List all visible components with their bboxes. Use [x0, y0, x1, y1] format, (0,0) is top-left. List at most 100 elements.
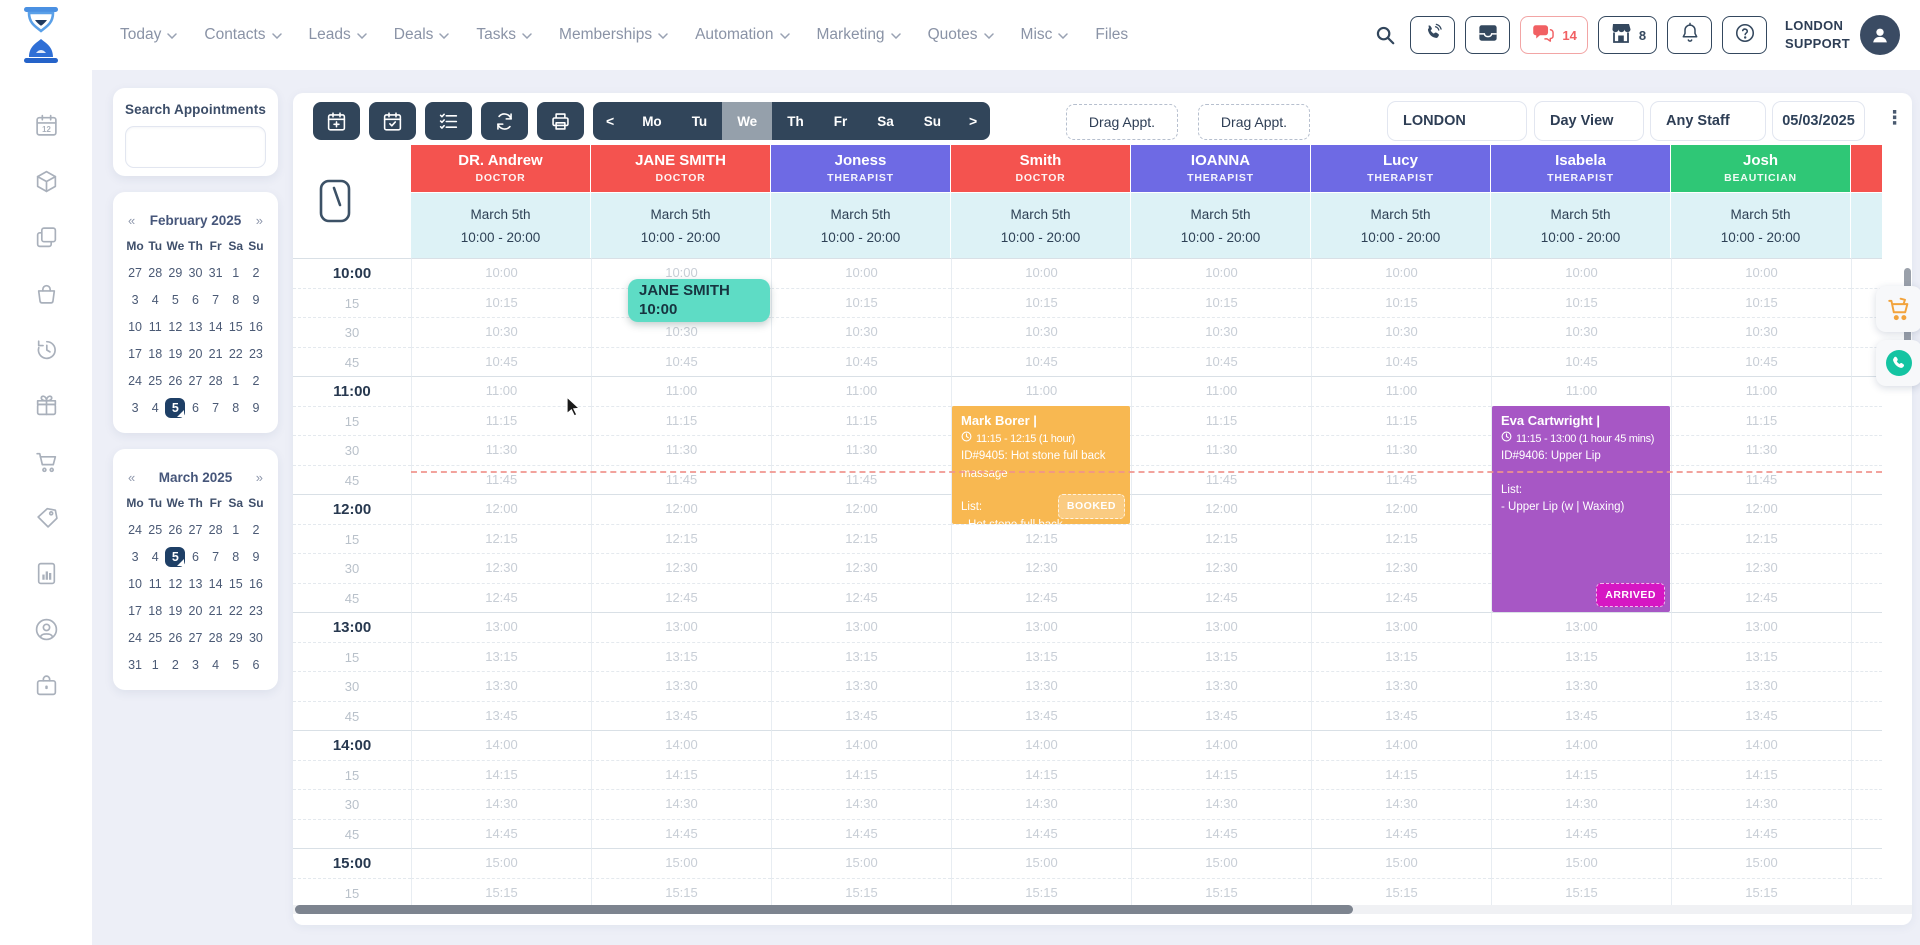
- time-slot[interactable]: 14:30: [1491, 789, 1671, 819]
- time-slot[interactable]: 14:45: [591, 818, 771, 848]
- time-slot[interactable]: 10:15: [771, 287, 951, 317]
- time-slot[interactable]: 13:15: [1131, 641, 1311, 671]
- time-slot[interactable]: 14:15: [1671, 759, 1851, 789]
- time-slot[interactable]: 14:00: [591, 730, 771, 760]
- nav-item-quotes[interactable]: Quotes: [928, 26, 994, 44]
- nav-item-tasks[interactable]: Tasks: [476, 26, 532, 44]
- nav-item-leads[interactable]: Leads: [309, 26, 367, 44]
- appointment-block[interactable]: Mark Borer | 11:15 - 12:15 (1 hour) ID#940…: [952, 405, 1130, 524]
- time-slot[interactable]: 14:30: [411, 789, 591, 819]
- time-slot[interactable]: 10:45: [1491, 346, 1671, 376]
- time-slot[interactable]: 14:30: [1311, 789, 1491, 819]
- time-slot[interactable]: 12:00: [411, 494, 591, 524]
- time-slot[interactable]: 12:00: [591, 494, 771, 524]
- time-slot[interactable]: 12:15: [1671, 523, 1851, 553]
- waitlist-button[interactable]: [425, 102, 472, 140]
- calendar-day[interactable]: 24: [125, 371, 145, 391]
- calendar-day[interactable]: 28: [145, 263, 165, 283]
- app-logo[interactable]: [18, 4, 68, 66]
- time-slot[interactable]: 10:15: [1131, 287, 1311, 317]
- time-slot[interactable]: 10:15: [1491, 287, 1671, 317]
- time-slot[interactable]: 10:45: [1311, 346, 1491, 376]
- search-appointments-input[interactable]: [125, 126, 266, 168]
- calendar-day[interactable]: 21: [206, 344, 226, 364]
- day-tab-mo[interactable]: Mo: [627, 102, 677, 140]
- time-slot[interactable]: 12:45: [1671, 582, 1851, 612]
- date-input[interactable]: 05/03/2025: [1772, 101, 1865, 141]
- sidebar-item-history[interactable]: [33, 336, 59, 362]
- time-slot[interactable]: 10:30: [771, 317, 951, 347]
- time-slot[interactable]: 14:15: [951, 759, 1131, 789]
- next-month-button[interactable]: »: [256, 470, 263, 485]
- refresh-button[interactable]: [481, 102, 528, 140]
- calendar-day[interactable]: 28: [206, 628, 226, 648]
- time-slot[interactable]: 15:00: [591, 848, 771, 878]
- time-slot[interactable]: 10:00: [411, 258, 591, 288]
- sidebar-item-tag[interactable]: [33, 504, 59, 530]
- time-slot[interactable]: 13:45: [1671, 700, 1851, 730]
- time-slot[interactable]: 15:15: [411, 877, 591, 907]
- time-slot[interactable]: 11:15: [1311, 405, 1491, 435]
- calendar-day[interactable]: 25: [145, 371, 165, 391]
- day-tab-fr[interactable]: Fr: [819, 102, 863, 140]
- staff-column-header[interactable]: Joness THERAPIST: [771, 145, 950, 192]
- time-slot[interactable]: 10:45: [951, 346, 1131, 376]
- time-slot[interactable]: 14:15: [411, 759, 591, 789]
- calendar-day[interactable]: 3: [125, 398, 145, 418]
- appointment-block[interactable]: Eva Cartwright | 11:15 - 13:00 (1 hour 45…: [1492, 405, 1670, 612]
- calendar-day[interactable]: 12: [165, 574, 185, 594]
- avatar[interactable]: [1860, 15, 1900, 55]
- calendar-day[interactable]: 2: [246, 371, 266, 391]
- calendar-day[interactable]: 8: [226, 398, 246, 418]
- time-slot-partial[interactable]: [1851, 405, 1882, 435]
- time-slot[interactable]: 10:00: [1671, 258, 1851, 288]
- calendar-day[interactable]: 2: [246, 520, 266, 540]
- calendar-day[interactable]: 1: [226, 371, 246, 391]
- time-slot[interactable]: 12:45: [411, 582, 591, 612]
- calendar-day[interactable]: 9: [246, 547, 266, 567]
- day-tab-th[interactable]: Th: [772, 102, 819, 140]
- sidebar-item-gift[interactable]: [33, 392, 59, 418]
- time-slot[interactable]: 13:00: [771, 612, 951, 642]
- time-slot[interactable]: 10:00: [771, 258, 951, 288]
- time-slot-partial[interactable]: [1851, 848, 1882, 878]
- time-slot[interactable]: 10:30: [951, 317, 1131, 347]
- calendar-day[interactable]: 2: [165, 655, 185, 675]
- time-slot[interactable]: 14:30: [591, 789, 771, 819]
- time-slot[interactable]: 15:15: [1671, 877, 1851, 907]
- staff-column-header[interactable]: Josh BEAUTICIAN: [1671, 145, 1850, 192]
- staff-column-header[interactable]: Lucy THERAPIST: [1311, 145, 1490, 192]
- calendar-day[interactable]: 12: [165, 317, 185, 337]
- time-slot[interactable]: 12:00: [1311, 494, 1491, 524]
- calendar-day[interactable]: 31: [206, 263, 226, 283]
- calendar-day[interactable]: 22: [226, 344, 246, 364]
- time-slot[interactable]: 14:30: [1131, 789, 1311, 819]
- sidebar-item-copy[interactable]: [33, 224, 59, 250]
- time-slot[interactable]: 12:45: [771, 582, 951, 612]
- time-slot[interactable]: 15:00: [1491, 848, 1671, 878]
- time-slot[interactable]: 10:45: [771, 346, 951, 376]
- time-slot[interactable]: 13:45: [1491, 700, 1671, 730]
- calendar-day[interactable]: 17: [125, 344, 145, 364]
- time-slot[interactable]: 14:00: [1671, 730, 1851, 760]
- time-slot[interactable]: 11:00: [591, 376, 771, 406]
- phone-button[interactable]: [1410, 16, 1456, 54]
- time-slot[interactable]: 10:15: [1671, 287, 1851, 317]
- time-slot[interactable]: 13:45: [591, 700, 771, 730]
- time-slot[interactable]: 13:30: [1311, 671, 1491, 701]
- calendar-day[interactable]: 21: [206, 601, 226, 621]
- time-slot[interactable]: 13:15: [1491, 641, 1671, 671]
- time-slot[interactable]: 11:45: [771, 464, 951, 494]
- time-slot[interactable]: 12:15: [591, 523, 771, 553]
- time-slot-partial[interactable]: [1851, 553, 1882, 583]
- time-slot[interactable]: 11:00: [411, 376, 591, 406]
- time-slot[interactable]: 15:15: [591, 877, 771, 907]
- time-slot[interactable]: 14:15: [591, 759, 771, 789]
- calendar-day[interactable]: 1: [145, 655, 165, 675]
- staff-column-header[interactable]: IOANNA THERAPIST: [1131, 145, 1310, 192]
- time-slot[interactable]: 13:30: [951, 671, 1131, 701]
- time-slot[interactable]: 10:00: [1491, 258, 1671, 288]
- calendar-day[interactable]: 25: [145, 520, 165, 540]
- staff-column-header[interactable]: Smith DOCTOR: [951, 145, 1130, 192]
- calendar-day[interactable]: 28: [206, 371, 226, 391]
